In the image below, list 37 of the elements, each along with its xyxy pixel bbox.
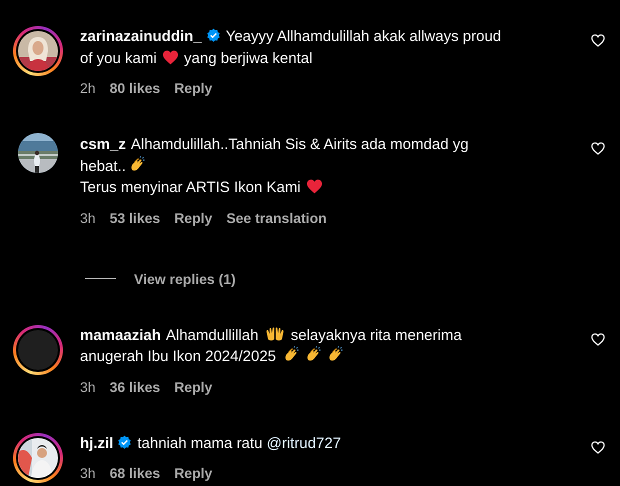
like-heart-icon[interactable] xyxy=(591,332,605,346)
like-heart-icon[interactable] xyxy=(591,440,605,454)
heart-icon xyxy=(306,179,323,194)
like-heart-icon[interactable] xyxy=(591,34,605,47)
comment-text: hebat.. xyxy=(80,158,126,174)
raised-hands-icon xyxy=(264,324,285,342)
heart-icon xyxy=(162,50,179,64)
like-heart-icon[interactable] xyxy=(591,142,605,155)
comment-text: selayaknya rita menerima xyxy=(290,326,462,344)
comment-text: Terus menyinar ARTIS Ikon Kami xyxy=(80,179,302,196)
reply-link[interactable]: Reply xyxy=(174,80,212,96)
comment-text: Alhamdulillah..Tahniah Sis & Airits ada momdad yg xyxy=(130,136,469,153)
username[interactable]: mamaaziah xyxy=(80,326,161,344)
comment-time: 3h xyxy=(80,378,96,394)
username[interactable]: hj.zil xyxy=(80,434,114,452)
comment-time: 3h xyxy=(80,210,96,226)
username[interactable]: csm_z xyxy=(80,136,126,153)
likes-count[interactable]: 53 likes xyxy=(110,210,160,226)
reply-link[interactable]: Reply xyxy=(174,378,212,394)
reply-link[interactable]: Reply xyxy=(174,210,212,226)
comment-text: anugerah Ibu Ikon 2024/2025 xyxy=(80,348,278,365)
comment-text: tahniah mama ratu xyxy=(137,434,264,452)
likes-count[interactable]: 68 likes xyxy=(110,465,160,481)
comment-text: yang berjiwa kental xyxy=(183,50,312,66)
comment-text: Alhamdullillah xyxy=(166,326,260,344)
comment-time: 2h xyxy=(80,80,96,96)
default-avatar-icon xyxy=(18,330,58,370)
username[interactable]: zarinazainuddin_ xyxy=(80,28,202,45)
likes-count[interactable]: 36 likes xyxy=(110,378,160,394)
comment-time: 3h xyxy=(80,465,96,481)
see-translation-link[interactable]: See translation xyxy=(226,210,327,226)
likes-count[interactable]: 80 likes xyxy=(110,80,160,96)
comment-text: Yeayyy Allhamdulillah akak allways proud xyxy=(226,28,502,45)
mention-link[interactable]: @ritrud727 xyxy=(266,434,342,452)
comment-text: of you kami xyxy=(80,50,158,66)
reply-link[interactable]: Reply xyxy=(174,465,212,481)
view-replies-link[interactable]: View replies (1) xyxy=(134,270,236,286)
